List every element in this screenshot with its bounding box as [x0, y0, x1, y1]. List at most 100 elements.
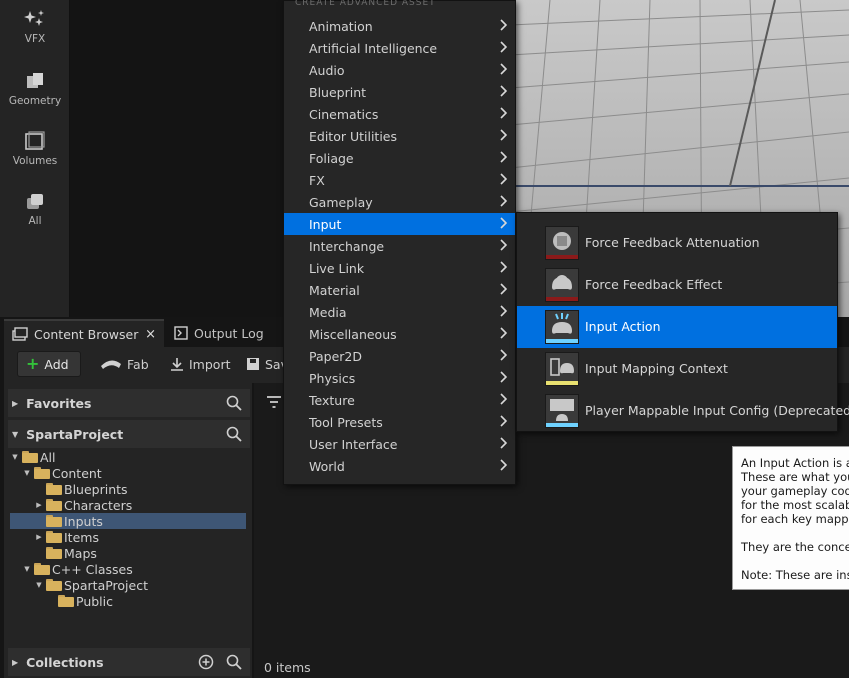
- chevron-right-icon: [500, 349, 507, 361]
- asset-type-color-bar: [546, 297, 578, 301]
- submenu-item-force-feedback-effect[interactable]: Force Feedback Effect: [517, 264, 837, 306]
- collapse-arrow-icon[interactable]: ▼: [22, 469, 32, 477]
- tooltip-line: for the most scalabl: [741, 498, 849, 512]
- collapse-arrow-icon[interactable]: ▼: [10, 453, 20, 461]
- menu-item-label: Material: [309, 282, 360, 298]
- menu-item-label: Paper2D: [309, 348, 362, 364]
- mode-vfx-button[interactable]: VFX: [0, 0, 70, 56]
- menu-item-label: Media: [309, 304, 347, 320]
- input-submenu: Force Feedback Attenuation Force Feedback…: [516, 212, 849, 432]
- submenu-item-input-mapping-context[interactable]: Input Mapping Context: [517, 348, 837, 390]
- menu-item-label: Blueprint: [309, 84, 367, 100]
- menu-item-audio[interactable]: Audio: [284, 59, 515, 81]
- menu-item-label: Input: [309, 216, 342, 232]
- sources-panel: ▶ Favorites ▼ SpartaProject ▼ All ▼ Content…: [4, 383, 252, 678]
- collapse-arrow-icon[interactable]: ▼: [22, 565, 32, 573]
- submenu-item-label: Input Action: [585, 319, 661, 334]
- mode-geometry-button[interactable]: Geometry: [0, 62, 70, 118]
- tree-row-all[interactable]: ▼ All: [10, 449, 246, 465]
- favorites-section-header[interactable]: ▶ Favorites: [8, 389, 250, 417]
- tree-row-label: SpartaProject: [64, 577, 148, 593]
- menu-item-tool-presets[interactable]: Tool Presets: [284, 411, 515, 433]
- tab-output-log[interactable]: Output Log: [166, 319, 276, 347]
- menu-item-foliage[interactable]: Foliage: [284, 147, 515, 169]
- menu-item-texture[interactable]: Texture: [284, 389, 515, 411]
- tree-row-characters[interactable]: ▶ Characters: [10, 497, 246, 513]
- output-log-icon: [174, 326, 188, 340]
- close-icon[interactable]: ×: [145, 327, 156, 342]
- submenu-item-player-mappable-input-config-deprecated[interactable]: Player Mappable Input Config (Deprecated…: [517, 390, 849, 432]
- tree-row-maps[interactable]: Maps: [10, 545, 246, 561]
- tree-row-public[interactable]: Public: [10, 593, 246, 609]
- chevron-right-icon: [500, 393, 507, 405]
- mode-all-button[interactable]: All: [0, 182, 70, 238]
- menu-item-cinematics[interactable]: Cinematics: [284, 103, 515, 125]
- menu-section-header: CREATE ADVANCED ASSET: [295, 0, 436, 8]
- fab-button[interactable]: Fab: [92, 351, 157, 377]
- search-icon[interactable]: [226, 395, 242, 411]
- mode-volumes-button[interactable]: Volumes: [0, 122, 70, 178]
- menu-item-live-link[interactable]: Live Link: [284, 257, 515, 279]
- submenu-item-label: Player Mappable Input Config (Deprecated…: [585, 403, 849, 418]
- search-icon[interactable]: [226, 426, 242, 442]
- menu-item-animation[interactable]: Animation: [284, 15, 515, 37]
- tree-row-items[interactable]: ▶ Items: [10, 529, 246, 545]
- search-icon[interactable]: [226, 654, 242, 670]
- gamepad-icon: [545, 268, 579, 302]
- menu-item-physics[interactable]: Physics: [284, 367, 515, 389]
- tooltip-line: for each key mappin: [741, 512, 849, 526]
- sparkle-icon: [24, 10, 44, 26]
- collections-section-header[interactable]: ▶ Collections: [8, 648, 250, 676]
- asset-type-color-bar: [546, 423, 578, 427]
- asset-glyph: [552, 275, 572, 290]
- menu-item-input[interactable]: Input: [284, 213, 515, 235]
- menu-item-paper2d[interactable]: Paper2D: [284, 345, 515, 367]
- collapse-arrow-icon[interactable]: ▼: [34, 581, 44, 589]
- menu-item-material[interactable]: Material: [284, 279, 515, 301]
- menu-item-label: Miscellaneous: [309, 326, 397, 342]
- menu-item-blueprint[interactable]: Blueprint: [284, 81, 515, 103]
- menu-item-artificial-intelligence[interactable]: Artificial Intelligence: [284, 37, 515, 59]
- mode-label: Volumes: [12, 155, 58, 167]
- menu-item-media[interactable]: Media: [284, 301, 515, 323]
- folder-icon: [58, 595, 74, 607]
- project-section-header[interactable]: ▼ SpartaProject: [8, 420, 250, 448]
- expand-arrow-icon: ▶: [12, 398, 19, 408]
- menu-item-user-interface[interactable]: User Interface: [284, 433, 515, 455]
- tree-row-blueprints[interactable]: Blueprints: [10, 481, 246, 497]
- menu-item-interchange[interactable]: Interchange: [284, 235, 515, 257]
- mode-label: VFX: [24, 33, 46, 45]
- tree-row-label: Characters: [64, 497, 133, 513]
- tree-row-inputs[interactable]: Inputs: [10, 513, 246, 529]
- add-circle-icon[interactable]: [198, 654, 214, 670]
- menu-item-editor-utilities[interactable]: Editor Utilities: [284, 125, 515, 147]
- chevron-right-icon: [500, 63, 507, 75]
- menu-item-label: Cinematics: [309, 106, 379, 122]
- tree-row-spartaproject[interactable]: ▼ SpartaProject: [10, 577, 246, 593]
- tab-label: Content Browser: [34, 326, 139, 342]
- tab-content-browser[interactable]: Content Browser ×: [4, 319, 164, 347]
- submenu-item-force-feedback-attenuation[interactable]: Force Feedback Attenuation: [517, 222, 837, 264]
- folder-icon: [46, 547, 62, 559]
- tab-label: Output Log: [194, 325, 264, 341]
- expand-arrow-icon[interactable]: ▶: [34, 501, 44, 509]
- folder-icon: [34, 467, 50, 479]
- keyboard-gamepad-icon: [545, 394, 579, 428]
- tooltip-line: An Input Action is a: [741, 456, 849, 470]
- import-button[interactable]: Import: [162, 351, 239, 377]
- chevron-right-icon: [500, 217, 507, 229]
- tooltip-line: [741, 526, 849, 540]
- tree-row-c-classes[interactable]: ▼ C++ Classes: [10, 561, 246, 577]
- tree-row-label: Public: [76, 593, 113, 609]
- filter-icon[interactable]: [266, 395, 282, 409]
- add-button[interactable]: + Add: [17, 351, 81, 377]
- menu-item-world[interactable]: World: [284, 455, 515, 477]
- asset-type-color-bar: [546, 255, 578, 259]
- menu-item-fx[interactable]: FX: [284, 169, 515, 191]
- menu-item-gameplay[interactable]: Gameplay: [284, 191, 515, 213]
- tree-row-content[interactable]: ▼ Content: [10, 465, 246, 481]
- menu-item-miscellaneous[interactable]: Miscellaneous: [284, 323, 515, 345]
- menu-item-label: Editor Utilities: [309, 128, 398, 144]
- submenu-item-input-action[interactable]: Input Action: [517, 306, 837, 348]
- expand-arrow-icon[interactable]: ▶: [34, 533, 44, 541]
